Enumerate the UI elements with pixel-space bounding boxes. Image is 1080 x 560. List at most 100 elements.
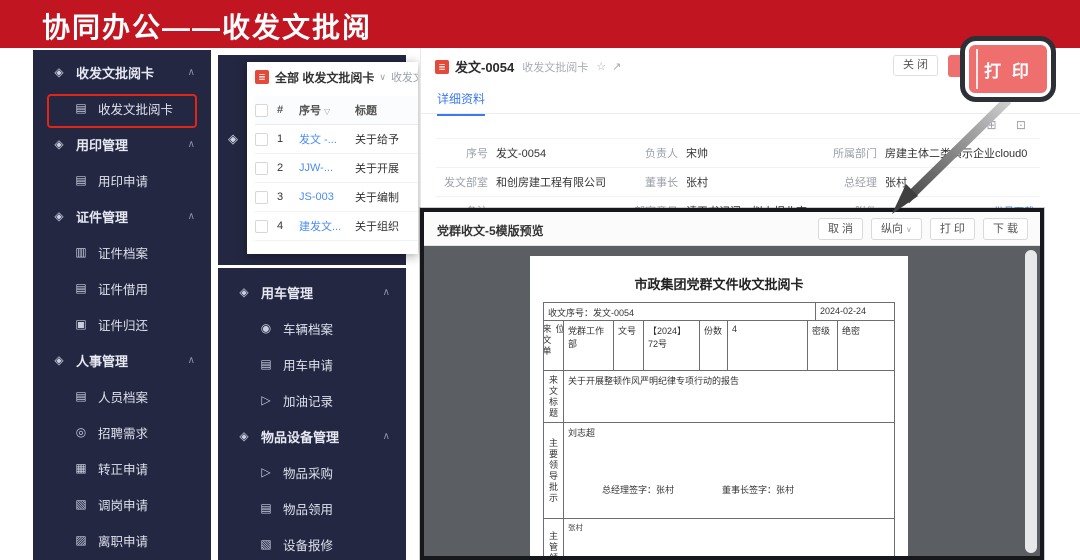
sidebar-item-lizhi[interactable]: ▨ 离职申请 [33,522,211,558]
row-checkbox[interactable] [255,133,277,146]
sidebar-main: ◈ 收发文批阅卡 ∧ ▤ 收发文批阅卡 ◈ 用印管理 ∧ ▤ 用印申请 ◈ 证件… [33,50,211,560]
sidebar-item-caigou[interactable]: ▷ 物品采购 [218,454,406,490]
sidebar-item-zhengjian-return[interactable]: ▣ 证件归还 [33,306,211,342]
target-icon: ◎ [73,425,89,439]
person-link[interactable]: 张村 [885,168,1040,196]
row-checkbox[interactable] [255,220,277,233]
clipboard-icon: ▤ [258,357,274,371]
chevron-down-icon[interactable]: ∨ [379,72,386,83]
close-button[interactable]: 关 闭 [893,55,938,76]
row-serial-link[interactable]: 发文 -... [299,131,355,147]
document-icon: ≣ [435,60,449,74]
table-row[interactable]: 1 发文 -... 关于给予 [255,125,418,154]
table-row[interactable]: 4 建发文... 关于组织 [255,212,418,241]
group-label: 证件管理 [76,207,128,226]
gm-signature: 总经理签字：张村 [602,483,674,496]
row-title: 关于开展 [355,160,418,176]
sidebar-item-zhengjian-borrow[interactable]: ▤ 证件借用 [33,270,211,306]
item-label: 用车申请 [283,355,333,374]
row-serial-link[interactable]: JS-003 [299,191,355,203]
row-index: 3 [277,191,299,203]
filter-icon[interactable]: ▽ [324,107,330,116]
doc-id: 发文-0054 [455,57,514,76]
preview-page: 市政集团党群文件收文批阅卡 收文序号：发文-0054 2024-02-24 来文… [530,256,908,560]
sidebar-item-baoxiu[interactable]: ▧ 设备报修 [218,526,406,560]
row-title: 关于组织 [355,218,418,234]
sidebar-group-yongyin[interactable]: ◈ 用印管理 ∧ [33,126,211,162]
group-label: 用印管理 [76,135,128,154]
clipboard-icon: ▤ [73,173,89,187]
view-toggle-icons[interactable]: ⊞ ⊡ [987,118,1034,132]
sidebar-group-wupin[interactable]: ◈ 物品设备管理 ∧ [218,418,406,454]
date-cell: 2024-02-24 [816,303,894,320]
transfer-icon: ▧ [73,497,89,511]
sidebar-group-zhengjian[interactable]: ◈ 证件管理 ∧ [33,198,211,234]
sidebar-item-jiayou[interactable]: ▷ 加油记录 [218,382,406,418]
layers-icon: ◈ [228,131,238,147]
doc-no-value: 【2024】72号 [644,321,700,370]
sidebar-group-renshi[interactable]: ◈ 人事管理 ∧ [33,342,211,378]
sidebar-item-renyuan-archive[interactable]: ▤ 人员档案 [33,378,211,414]
box-icon: ▣ [73,317,89,331]
item-label: 证件档案 [98,243,148,262]
select-all-checkbox[interactable] [255,104,277,117]
secrecy-value: 绝密 [838,321,894,370]
tab-details[interactable]: 详细资料 [437,90,485,116]
modal-header: 党群收文-5模版预览 取 消 纵向∨ 打 印 下 载 [424,212,1040,246]
star-icon[interactable]: ☆ [596,60,606,73]
open-external-icon[interactable]: ↗ [612,60,621,73]
sidebar-item-cheliang[interactable]: ◉ 车辆档案 [218,310,406,346]
list-table: # 序号▽ 标题 1 发文 -... 关于给予 2 JJW-... 关于开展 3… [255,96,418,241]
sidebar-item-yongche-apply[interactable]: ▤ 用车申请 [218,346,406,382]
document-icon: ≣ [255,70,269,84]
sidebar-item-zhuanzheng[interactable]: ▦ 转正申请 [33,450,211,486]
field-value: 房建主体二类演示企业cloud0 [885,139,1040,167]
orientation-select[interactable]: 纵向∨ [871,218,922,240]
copies-label: 份数 [700,321,728,370]
column-serial[interactable]: 序号▽ [299,102,355,118]
supervisor-label: 主管领导批示 [544,519,564,560]
sidebar-item-yongyin-apply[interactable]: ▤ 用印申请 [33,162,211,198]
sidebar-secondary: ◈ 用车管理 ∧ ◉ 车辆档案 ▤ 用车申请 ▷ 加油记录 ◈ 物品设备管理 ∧… [218,268,406,560]
field-label: 总经理 [823,168,885,196]
sidebar-item-diaogang[interactable]: ▧ 调岗申请 [33,486,211,522]
person-link[interactable]: 张村 [686,168,823,196]
table-row[interactable]: 3 JS-003 关于编制 [255,183,418,212]
row-serial-link[interactable]: 建发文... [299,218,355,234]
field-value: 发文-0054 [496,139,628,167]
purchase-icon: ▷ [258,465,274,479]
modal-print-button[interactable]: 打 印 [930,218,975,240]
item-label: 物品领用 [283,499,333,518]
briefcase-icon: ▦ [73,461,89,475]
sidebar-item-zhengjian-archive[interactable]: ▥ 证件档案 [33,234,211,270]
item-label: 人员档案 [98,387,148,406]
table-row[interactable]: 2 JJW-... 关于开展 [255,154,418,183]
row-serial-link[interactable]: JJW-... [299,162,355,174]
print-callout: 打 印 [960,36,1056,102]
item-label: 调岗申请 [98,495,148,514]
modal-download-button[interactable]: 下 载 [983,218,1028,240]
group-label: 收发文批阅卡 [76,63,154,82]
list-title[interactable]: 全部 收发文批阅卡 [275,69,374,86]
field-label: 所属部门 [823,139,885,167]
print-button-zoomed[interactable]: 打 印 [969,45,1047,93]
sidebar-group-yongche[interactable]: ◈ 用车管理 ∧ [218,274,406,310]
doc-no-label: 文号 [614,321,644,370]
row-checkbox[interactable] [255,162,277,175]
group-label: 用车管理 [261,283,313,302]
person-link[interactable]: 宋帅 [686,139,823,167]
copies-value: 4 [728,321,808,370]
field-row: 发文部室 和创房建工程有限公司 董事长 张村 总经理 张村 [436,168,1040,197]
from-unit-value: 党群工作部 [564,321,614,370]
sidebar-item-lingyong[interactable]: ▤ 物品领用 [218,490,406,526]
sidebar-group-shoufawen[interactable]: ◈ 收发文批阅卡 ∧ [33,54,211,90]
leader-label: 主要领导批示 [544,423,564,518]
sidebar-item-zhaopin[interactable]: ◎ 招聘需求 [33,414,211,450]
row-checkbox[interactable] [255,191,277,204]
group-label: 物品设备管理 [261,427,339,446]
cancel-button[interactable]: 取 消 [818,218,863,240]
preview-row-source: 来文单位 党群工作部 文号 【2024】72号 份数 4 密级 绝密 [544,321,894,371]
modal-scrollbar[interactable] [1025,250,1037,553]
field-label: 董事长 [628,168,686,196]
preview-row-supervisor: 主管领导批示 张村 [544,519,894,560]
